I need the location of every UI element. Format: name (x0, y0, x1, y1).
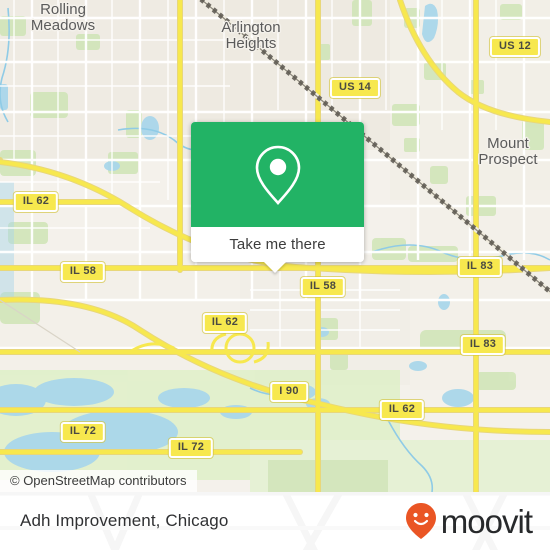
highway-shield-il-62-center: IL 62 (202, 313, 248, 333)
take-me-there-button[interactable]: Take me there (191, 227, 364, 262)
highway-shield-il-72-west: IL 72 (60, 422, 106, 442)
highway-shield-us-12: US 12 (489, 37, 541, 57)
highway-shield-il-83-south: IL 83 (460, 335, 506, 355)
highway-shield-il-62-east: IL 62 (379, 400, 425, 420)
map-pin-icon (255, 145, 300, 205)
popup-pointer (264, 262, 286, 273)
map-viewport[interactable]: Rolling Meadows Arlington Heights Mount … (0, 0, 550, 492)
highway-shield-il-58-east: IL 58 (300, 277, 346, 297)
footer-bar: Adh Improvement, Chicago moovit (0, 492, 550, 550)
highway-shield-i-90: I 90 (270, 382, 308, 402)
highway-shield-il-83-north: IL 83 (457, 257, 503, 277)
moovit-wordmark: moovit (440, 502, 533, 540)
popup-marker-area (191, 122, 364, 227)
footer-title: Adh Improvement, Chicago (20, 511, 229, 530)
highway-shield-il-62-west: IL 62 (13, 192, 59, 212)
take-me-there-popup[interactable]: Take me there (191, 122, 364, 262)
highway-shield-il-58-west: IL 58 (60, 262, 106, 282)
attribution-text: © OpenStreetMap contributors (10, 473, 187, 488)
moovit-pin-icon (405, 503, 436, 539)
map-attribution[interactable]: © OpenStreetMap contributors (0, 470, 197, 492)
take-me-there-label: Take me there (229, 236, 326, 253)
moovit-logo[interactable]: moovit (405, 502, 533, 540)
screenshot-root: Rolling Meadows Arlington Heights Mount … (0, 0, 550, 550)
highway-shield-us-14: US 14 (329, 78, 381, 98)
highway-shield-il-72-east: IL 72 (168, 438, 214, 458)
